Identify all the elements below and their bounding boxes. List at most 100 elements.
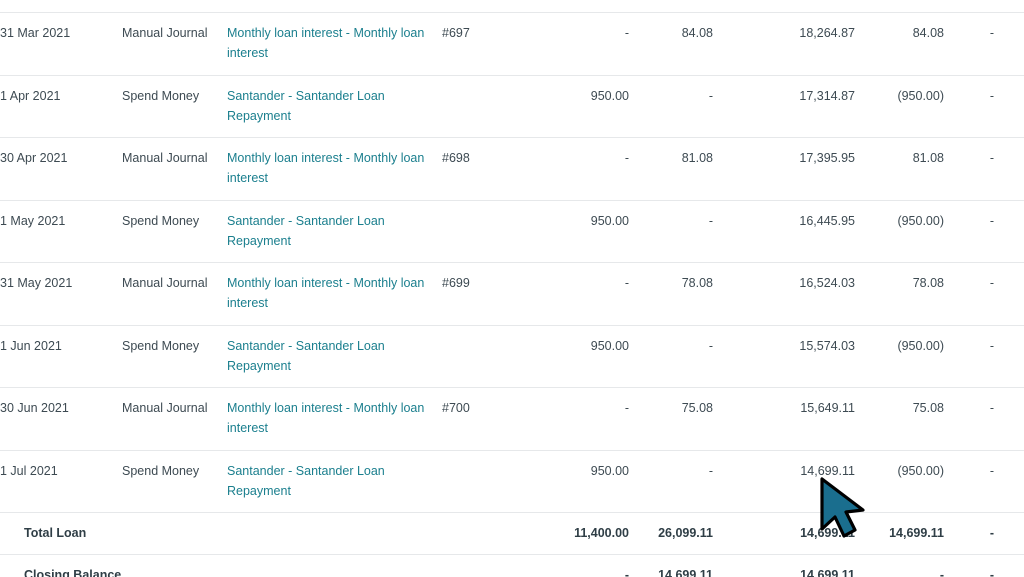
table-row[interactable]: 31 Mar 2021 Manual Journal Monthly loan … <box>0 12 1024 76</box>
cell-last: - <box>962 325 1024 388</box>
cell-source: Spend Money <box>122 450 227 513</box>
closing-balance-debit: - <box>542 554 647 577</box>
account-transactions-report: Money Repayment 31 Mar 2021 Manual Journ… <box>0 0 1024 577</box>
cell-balance: 18,264.87 <box>735 12 877 76</box>
cell-description-link[interactable]: Santander - Santander Loan Repayment <box>227 325 442 388</box>
cell-credit: 81.08 <box>647 137 735 201</box>
cell-source: Money <box>122 0 227 13</box>
cell-last: - <box>962 450 1024 513</box>
cell-credit: 78.08 <box>647 262 735 326</box>
cell-debit: - <box>542 387 647 451</box>
cell-debit: 950.00 <box>542 200 647 263</box>
total-loan-debit: 11,400.00 <box>542 512 647 556</box>
cell-description-link[interactable]: Monthly loan interest - Monthly loan int… <box>227 137 442 201</box>
total-loan-label: Total Loan <box>0 512 542 556</box>
cell-description-link[interactable]: Monthly loan interest - Monthly loan int… <box>227 12 442 76</box>
cell-balance: 15,574.03 <box>735 325 877 388</box>
cell-debit: 950.00 <box>542 325 647 388</box>
cell-debit: - <box>542 137 647 201</box>
cell-reference: #699 <box>442 262 542 326</box>
cell-credit: - <box>647 325 735 388</box>
cell-date <box>0 0 122 13</box>
cell-debit: 950.00 <box>542 75 647 138</box>
cell-gross: (950.00) <box>877 75 962 138</box>
cell-balance: 15,649.11 <box>735 387 877 451</box>
cell-source: Manual Journal <box>122 137 227 201</box>
cell-reference: #698 <box>442 137 542 201</box>
cell-credit <box>647 0 735 13</box>
cell-last: - <box>962 12 1024 76</box>
cell-last: - <box>962 75 1024 138</box>
cell-debit: - <box>542 262 647 326</box>
closing-balance-gross: - <box>877 554 962 577</box>
cell-balance: 16,445.95 <box>735 200 877 263</box>
cell-date: 1 Jul 2021 <box>0 450 122 513</box>
cell-balance: 17,395.95 <box>735 137 877 201</box>
cell-last: - <box>962 137 1024 201</box>
cell-credit: 84.08 <box>647 12 735 76</box>
closing-balance-row: Closing Balance - 14,699.11 14,699.11 - … <box>0 554 1024 577</box>
cell-reference: #700 <box>442 387 542 451</box>
cell-debit: 950.00 <box>542 450 647 513</box>
cell-gross: 81.08 <box>877 137 962 201</box>
cell-balance: 16,524.03 <box>735 262 877 326</box>
total-loan-last: - <box>962 512 1024 556</box>
cell-description-link[interactable]: Santander - Santander Loan Repayment <box>227 200 442 263</box>
total-loan-row: Total Loan 11,400.00 26,099.11 14,699.11… <box>0 512 1024 556</box>
cell-date: 1 May 2021 <box>0 200 122 263</box>
cell-last: - <box>962 200 1024 263</box>
total-loan-credit: 26,099.11 <box>647 512 735 556</box>
cell-gross <box>877 0 962 13</box>
table-row[interactable]: 30 Apr 2021 Manual Journal Monthly loan … <box>0 137 1024 201</box>
table-row[interactable]: 30 Jun 2021 Manual Journal Monthly loan … <box>0 387 1024 451</box>
cell-date: 31 May 2021 <box>0 262 122 326</box>
cell-date: 1 Jun 2021 <box>0 325 122 388</box>
table-row[interactable]: 31 May 2021 Manual Journal Monthly loan … <box>0 262 1024 326</box>
table-row[interactable]: 1 May 2021 Spend Money Santander - Santa… <box>0 200 1024 263</box>
cell-gross: 75.08 <box>877 387 962 451</box>
cell-balance <box>735 0 877 13</box>
cell-reference <box>442 450 542 513</box>
table-row[interactable]: 1 Jun 2021 Spend Money Santander - Santa… <box>0 325 1024 388</box>
cell-reference <box>442 325 542 388</box>
cell-description-link[interactable]: Santander - Santander Loan Repayment <box>227 75 442 138</box>
cell-date: 31 Mar 2021 <box>0 12 122 76</box>
table-row[interactable]: 1 Apr 2021 Spend Money Santander - Santa… <box>0 75 1024 138</box>
cell-last <box>962 0 1024 13</box>
transactions-body: Money Repayment 31 Mar 2021 Manual Journ… <box>0 0 1024 577</box>
cell-description: Repayment <box>227 0 442 13</box>
cell-balance: 14,699.11 <box>735 450 877 513</box>
cell-date: 30 Apr 2021 <box>0 137 122 201</box>
cell-source: Spend Money <box>122 200 227 263</box>
cell-credit: - <box>647 75 735 138</box>
closing-balance-label: Closing Balance <box>0 554 542 577</box>
cell-description-link[interactable]: Santander - Santander Loan Repayment <box>227 450 442 513</box>
cell-reference <box>442 200 542 263</box>
cell-reference <box>442 0 542 13</box>
cell-source: Manual Journal <box>122 262 227 326</box>
cell-gross: 78.08 <box>877 262 962 326</box>
cell-date: 1 Apr 2021 <box>0 75 122 138</box>
cell-last: - <box>962 387 1024 451</box>
transactions-table: Money Repayment 31 Mar 2021 Manual Journ… <box>0 0 1024 577</box>
cell-credit: 75.08 <box>647 387 735 451</box>
cell-last: - <box>962 262 1024 326</box>
cell-date: 30 Jun 2021 <box>0 387 122 451</box>
cell-balance: 17,314.87 <box>735 75 877 138</box>
closing-balance-last: - <box>962 554 1024 577</box>
cell-source: Spend Money <box>122 325 227 388</box>
table-row-partial: Money Repayment <box>0 0 1024 13</box>
cell-description-link[interactable]: Monthly loan interest - Monthly loan int… <box>227 262 442 326</box>
cell-reference <box>442 75 542 138</box>
cell-credit: - <box>647 200 735 263</box>
cell-debit <box>542 0 647 13</box>
cell-gross: 84.08 <box>877 12 962 76</box>
table-row[interactable]: 1 Jul 2021 Spend Money Santander - Santa… <box>0 450 1024 513</box>
total-loan-balance: 14,699.11 <box>735 512 877 556</box>
cell-debit: - <box>542 12 647 76</box>
closing-balance-credit: 14,699.11 <box>647 554 735 577</box>
cell-description-link[interactable]: Monthly loan interest - Monthly loan int… <box>227 387 442 451</box>
cell-source: Spend Money <box>122 75 227 138</box>
cell-source: Manual Journal <box>122 387 227 451</box>
total-loan-gross: 14,699.11 <box>877 512 962 556</box>
